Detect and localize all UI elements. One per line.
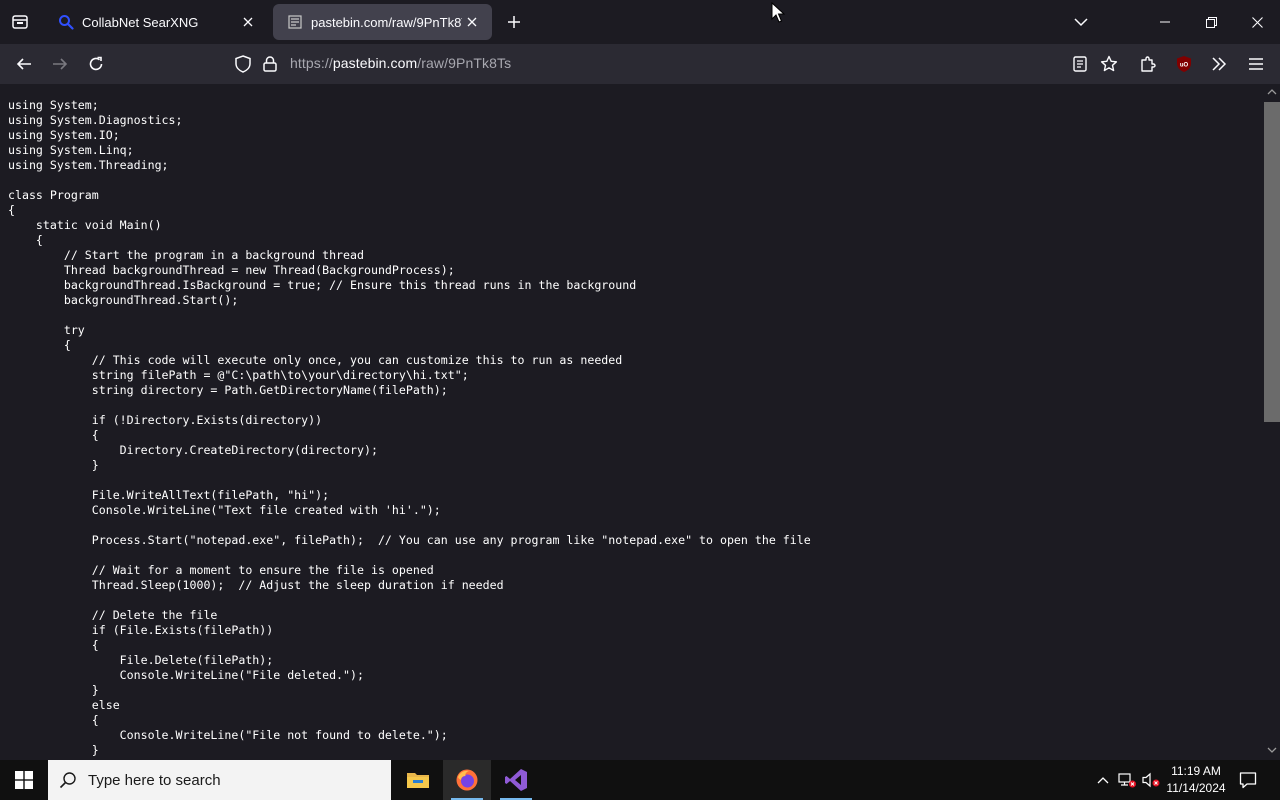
page-content: using System; using System.Diagnostics; … [0,84,1264,760]
raw-code-text: using System; using System.Diagnostics; … [8,98,811,757]
scrollbar-thumb[interactable] [1264,102,1280,422]
volume-muted-icon [1142,772,1160,788]
pastebin-icon [287,14,303,30]
svg-text:uO: uO [1180,63,1189,69]
windows-taskbar: Type here to search 11:19 AM 11/14/2024 [0,760,1280,800]
scroll-down-arrow-icon[interactable] [1266,744,1278,756]
show-hidden-icons-button[interactable] [1094,760,1112,800]
restore-icon [1205,16,1217,28]
windows-logo-icon [15,771,33,789]
close-icon [1251,16,1263,28]
taskbar-firefox[interactable] [443,760,491,800]
ublock-origin-button[interactable]: uO [1170,48,1198,80]
plus-icon [508,16,520,28]
vertical-scrollbar[interactable] [1264,84,1280,760]
close-window-button[interactable] [1234,0,1280,44]
search-placeholder: Type here to search [88,771,221,789]
forward-button[interactable] [44,48,76,80]
bookmark-button[interactable] [1095,48,1123,80]
restore-button[interactable] [1188,0,1234,44]
start-button[interactable] [0,760,48,800]
hamburger-menu-icon [1249,58,1263,70]
tracking-protection-icon[interactable] [232,54,254,74]
url-host: pastebin.com [332,55,418,71]
puzzle-icon [1141,56,1156,72]
search-icon [58,14,74,30]
clock-date: 11/14/2024 [1166,781,1226,795]
star-icon [1100,55,1118,72]
tab-list-icon [12,15,28,29]
arrow-left-icon [16,58,31,70]
notification-center-button[interactable] [1236,760,1260,800]
chevron-up-icon [1097,777,1109,784]
close-tab-icon[interactable] [462,12,482,32]
extensions-button[interactable] [1134,48,1162,80]
volume-button[interactable] [1140,760,1162,800]
mouse-cursor-icon [771,2,785,23]
tab-title: CollabNet SearXNG [82,14,199,30]
search-icon [48,771,88,789]
taskbar-clock[interactable]: 11:19 AM 11/14/2024 [1166,763,1226,797]
ublock-icon: uO [1177,56,1191,72]
navigation-toolbar: https://pastebin.com/raw/9PnTk8Ts uO [0,44,1280,84]
visual-studio-icon [505,769,527,791]
app-menu-button[interactable] [1242,48,1270,80]
taskbar-file-explorer[interactable] [394,760,442,800]
network-button[interactable] [1116,760,1138,800]
back-button[interactable] [8,48,40,80]
scroll-up-arrow-icon[interactable] [1266,86,1278,98]
network-icon [1118,773,1136,788]
firefox-icon [456,769,478,791]
tab-pastebin[interactable]: pastebin.com/raw/9PnTk8Ts [273,4,492,40]
tab-strip: CollabNet SearXNG pastebin.com/raw/9PnTk… [0,0,1280,44]
clock-time: 11:19 AM [1171,764,1221,778]
notification-icon [1239,772,1257,789]
list-all-tabs-button[interactable] [1064,6,1098,38]
url-scheme: https:// [290,55,333,71]
tab-title: pastebin.com/raw/9PnTk8Ts [311,14,462,30]
more-tools-button[interactable] [1205,48,1233,80]
minimize-button[interactable] [1142,0,1188,44]
close-tab-icon[interactable] [238,12,258,32]
lock-icon[interactable] [260,54,280,74]
firefox-view-button[interactable] [0,4,40,40]
reader-view-icon [1073,56,1087,72]
reload-button[interactable] [80,48,112,80]
new-tab-button[interactable] [500,8,528,36]
tab-searxng[interactable]: CollabNet SearXNG [44,4,268,40]
taskbar-visual-studio[interactable] [492,760,540,800]
reader-view-button[interactable] [1066,48,1094,80]
reload-icon [89,56,103,71]
file-explorer-icon [407,773,429,788]
arrow-right-icon [53,58,68,70]
double-chevron-right-icon [1212,57,1227,71]
taskbar-search-box[interactable]: Type here to search [48,760,391,800]
url-path: /raw/9PnTk8Ts [417,55,512,71]
url-text[interactable]: https://pastebin.com/raw/9PnTk8Ts [290,55,511,71]
minimize-icon [1160,21,1170,23]
chevron-down-icon [1074,18,1088,27]
